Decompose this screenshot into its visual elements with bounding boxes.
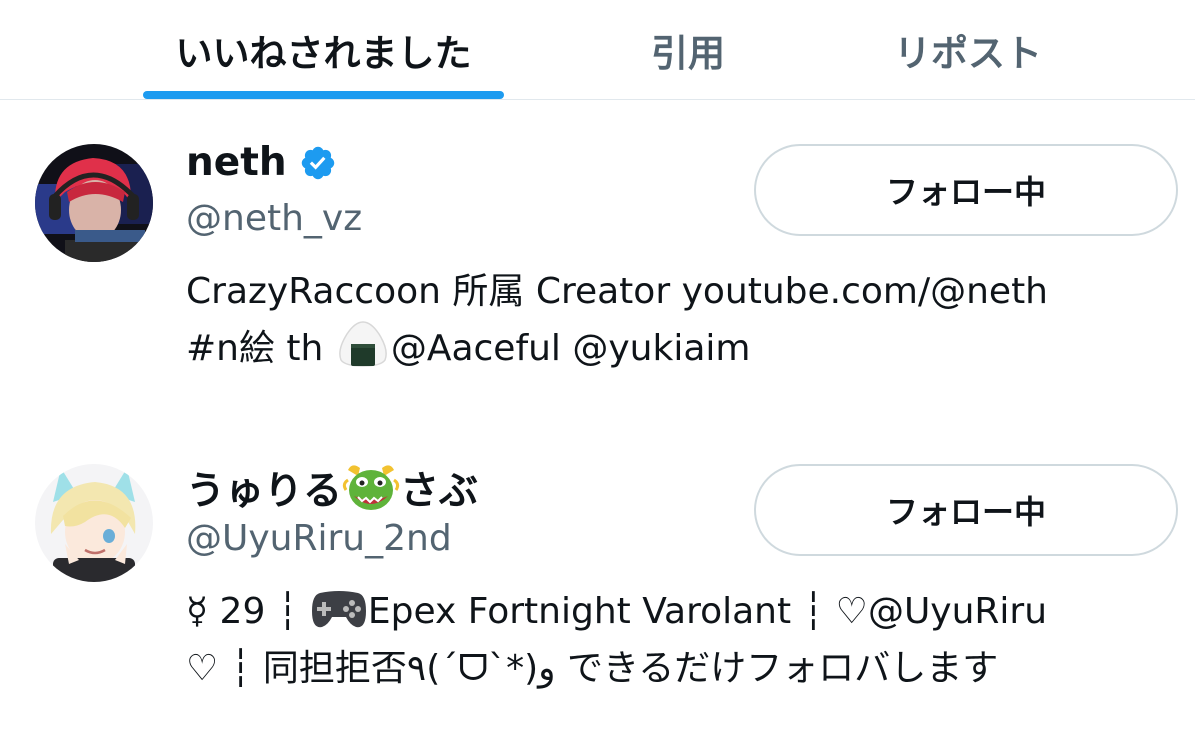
gamepad-icon <box>310 587 368 631</box>
display-name-text: うゅりる <box>186 469 343 514</box>
verified-badge-icon <box>299 144 337 182</box>
display-name[interactable]: うゅりる さぶ <box>186 460 478 516</box>
following-button[interactable]: フォロー中 <box>754 144 1178 236</box>
user-cell[interactable]: うゅりる さぶ @UyuRiru_2nd フォロー中 ☿ 29 ┆ Epex F… <box>0 420 1195 734</box>
user-bio: CrazyRaccoon 所属 Creator youtube.com/@net… <box>186 263 1176 377</box>
bio-line: #n絵 th @Aaceful @yukiaim <box>186 320 1176 377</box>
display-name[interactable]: neth <box>186 140 337 185</box>
onigiri-icon <box>335 320 391 368</box>
user-handle: @neth_vz <box>186 198 363 239</box>
user-handle: @UyuRiru_2nd <box>186 518 452 559</box>
dragon-face-icon <box>342 462 400 514</box>
tab-liked-by[interactable]: いいねされました <box>143 0 504 100</box>
active-tab-indicator <box>143 91 504 99</box>
bio-text: #n絵 th <box>186 328 335 369</box>
tab-quotes[interactable]: 引用 <box>600 0 776 100</box>
display-name-text: neth <box>186 140 287 185</box>
bio-text: ☿ 29 ┆ <box>186 591 310 632</box>
following-button[interactable]: フォロー中 <box>754 464 1178 556</box>
bio-line: ♡ ┆ 同担拒否٩(ˊᗜˋ*)و できるだけフォロバします <box>186 648 999 689</box>
bio-text: @Aaceful @yukiaim <box>390 328 751 369</box>
tab-bar: いいねされました 引用 リポスト <box>0 0 1195 100</box>
avatar[interactable] <box>35 464 153 582</box>
bio-line: ☿ 29 ┆ Epex Fortnight Varolant ┆ ♡@UyuRi… <box>186 583 1176 640</box>
bio-text: Epex Fortnight Varolant ┆ ♡@UyuRiru <box>367 591 1048 632</box>
user-bio: ☿ 29 ┆ Epex Fortnight Varolant ┆ ♡@UyuRi… <box>186 583 1176 697</box>
display-name-text: さぶ <box>400 469 479 514</box>
tab-reposts[interactable]: リポスト <box>860 0 1076 100</box>
user-cell[interactable]: neth @neth_vz フォロー中 CrazyRaccoon 所属 Crea… <box>0 100 1195 400</box>
bio-line: CrazyRaccoon 所属 Creator youtube.com/@net… <box>186 271 1048 312</box>
avatar[interactable] <box>35 144 153 262</box>
